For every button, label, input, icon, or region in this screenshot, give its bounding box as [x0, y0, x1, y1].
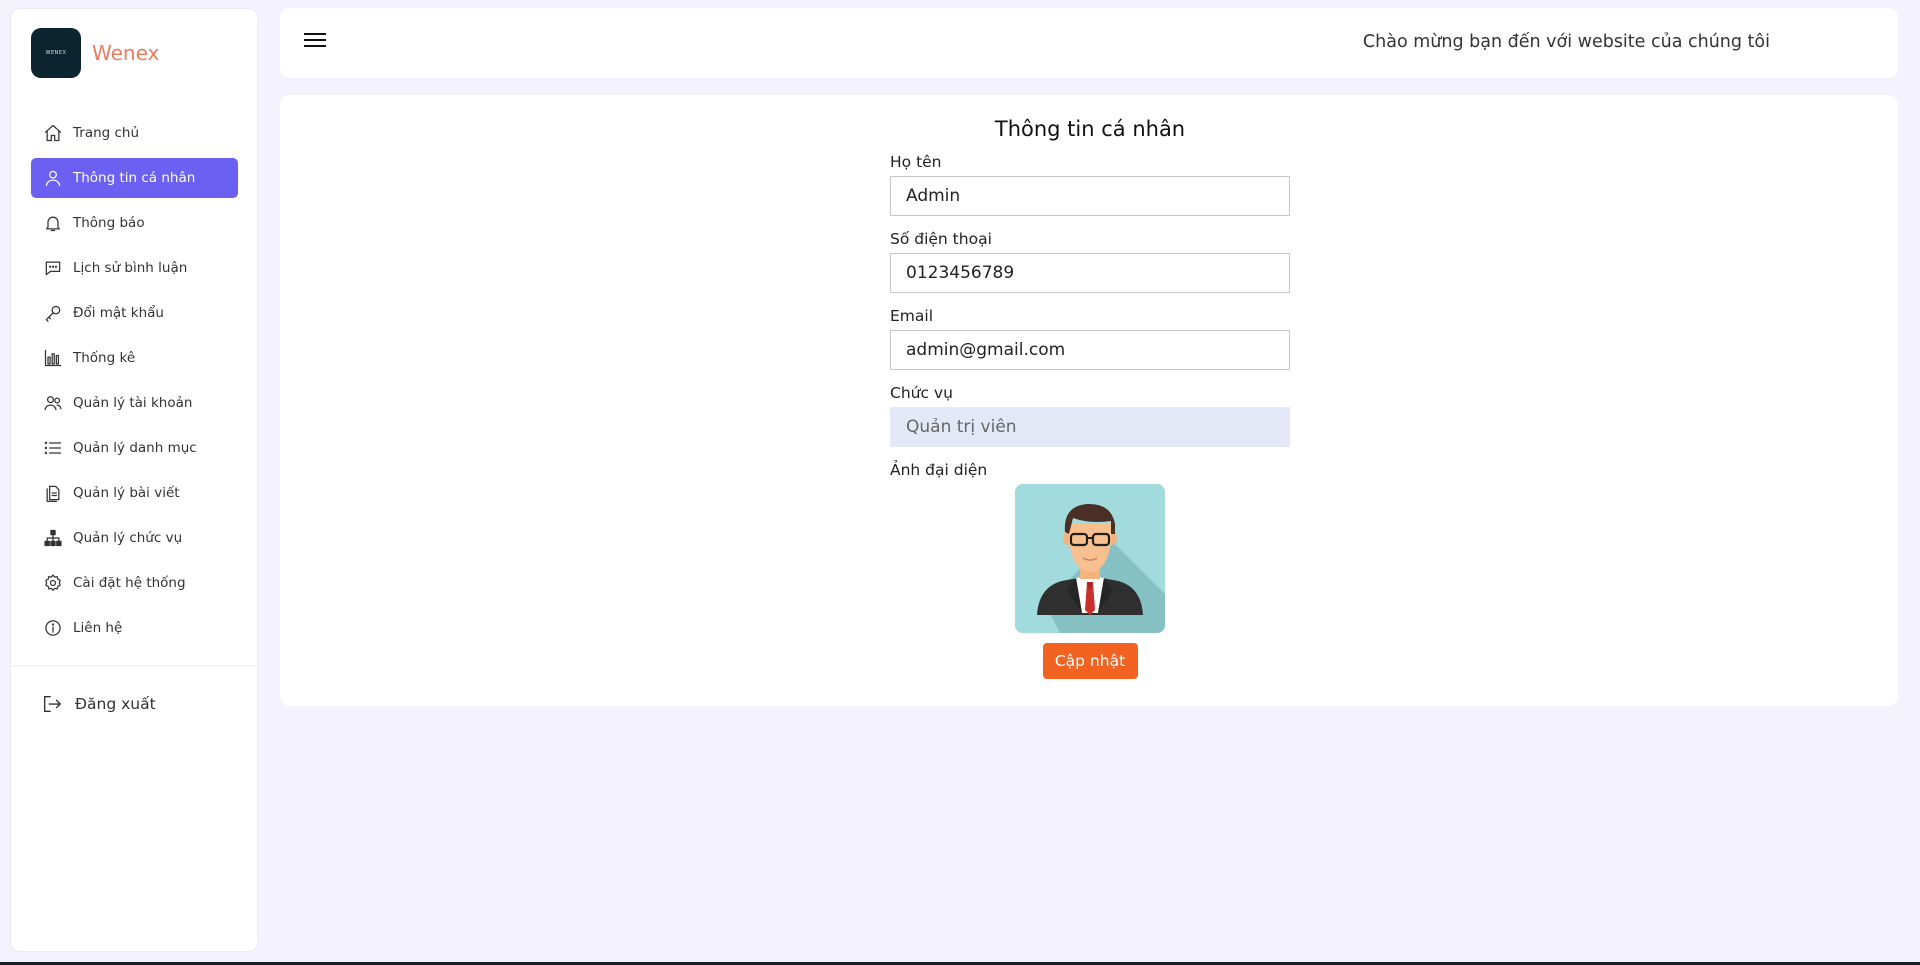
sidebar-item-contact[interactable]: Liên hệ: [31, 608, 238, 648]
logout-label: Đăng xuất: [75, 695, 156, 713]
home-icon: [42, 122, 64, 144]
sidebar-item-label: Thông tin cá nhân: [73, 170, 196, 186]
bar-chart-icon: [42, 347, 64, 369]
info-icon: [42, 617, 64, 639]
email-label: Email: [890, 307, 934, 325]
comment-icon: [42, 257, 64, 279]
sidebar-item-label: Lịch sử bình luận: [73, 260, 188, 276]
sidebar-item-label: Thông báo: [73, 215, 145, 231]
sidebar-item-label: Quản lý bài viết: [73, 485, 180, 501]
sidebar-item-label: Liên hệ: [73, 620, 123, 636]
sidebar-item-label: Thống kê: [73, 350, 136, 366]
brand[interactable]: WENEX Wenex: [31, 28, 159, 78]
role-label: Chức vụ: [890, 384, 953, 402]
page: WENEX Wenex Trang chủ Thông tin cá nhân …: [0, 0, 1920, 962]
avatar-image: [1015, 484, 1165, 633]
sidebar-item-settings[interactable]: Cài đặt hệ thống: [31, 563, 238, 603]
sidebar-item-label: Trang chủ: [73, 125, 140, 141]
sidebar-divider: [11, 665, 257, 666]
bell-icon: [42, 212, 64, 234]
sidebar-item-categories[interactable]: Quản lý danh mục: [31, 428, 238, 468]
phone-field[interactable]: 0123456789: [890, 253, 1290, 293]
top-header: Chào mừng bạn đến với website của chúng …: [280, 8, 1898, 78]
sidebar-item-comment-history[interactable]: Lịch sử bình luận: [31, 248, 238, 288]
avatar-label: Ảnh đại diện: [890, 461, 988, 479]
gear-icon: [42, 572, 64, 594]
sidebar-item-statistics[interactable]: Thống kê: [31, 338, 238, 378]
sidebar-item-home[interactable]: Trang chủ: [31, 113, 238, 153]
sidebar-item-label: Cài đặt hệ thống: [73, 575, 186, 591]
sidebar-item-change-password[interactable]: Đổi mật khẩu: [31, 293, 238, 333]
user-icon: [42, 167, 64, 189]
sidebar-item-profile[interactable]: Thông tin cá nhân: [31, 158, 238, 198]
name-field[interactable]: Admin: [890, 176, 1290, 216]
sidebar: WENEX Wenex Trang chủ Thông tin cá nhân …: [10, 8, 258, 952]
avatar[interactable]: [1015, 484, 1165, 633]
name-label: Họ tên: [890, 153, 942, 171]
page-title: Thông tin cá nhân: [994, 117, 1186, 141]
menu-toggle-icon[interactable]: [304, 33, 326, 53]
sidebar-item-roles[interactable]: Quản lý chức vụ: [31, 518, 238, 558]
logout-button[interactable]: Đăng xuất: [41, 689, 156, 719]
sidebar-item-label: Quản lý tài khoản: [73, 395, 193, 411]
logout-icon: [43, 695, 61, 713]
key-icon: [42, 302, 64, 324]
documents-icon: [42, 482, 64, 504]
profile-card: Thông tin cá nhân Họ tên Admin Số điện t…: [280, 95, 1898, 706]
brand-name: Wenex: [92, 41, 160, 65]
list-icon: [42, 437, 64, 459]
sidebar-item-accounts[interactable]: Quản lý tài khoản: [31, 383, 238, 423]
sidebar-item-label: Đổi mật khẩu: [73, 305, 164, 321]
sidebar-item-label: Quản lý danh mục: [73, 440, 197, 456]
sitemap-icon: [42, 527, 64, 549]
profile-form: Thông tin cá nhân Họ tên Admin Số điện t…: [890, 115, 1290, 679]
brand-logo: WENEX: [31, 28, 81, 78]
update-button[interactable]: Cập nhật: [1042, 643, 1138, 679]
sidebar-menu: Trang chủ Thông tin cá nhân Thông báo Lị…: [31, 113, 238, 653]
sidebar-item-label: Quản lý chức vụ: [73, 530, 183, 546]
welcome-text: Chào mừng bạn đến với website của chúng …: [1362, 32, 1770, 52]
sidebar-item-posts[interactable]: Quản lý bài viết: [31, 473, 238, 513]
email-field[interactable]: admin@gmail.com: [890, 330, 1290, 370]
role-field: Quản trị viên: [890, 407, 1290, 447]
sidebar-item-notifications[interactable]: Thông báo: [31, 203, 238, 243]
phone-label: Số điện thoại: [890, 230, 992, 248]
users-icon: [42, 392, 64, 414]
